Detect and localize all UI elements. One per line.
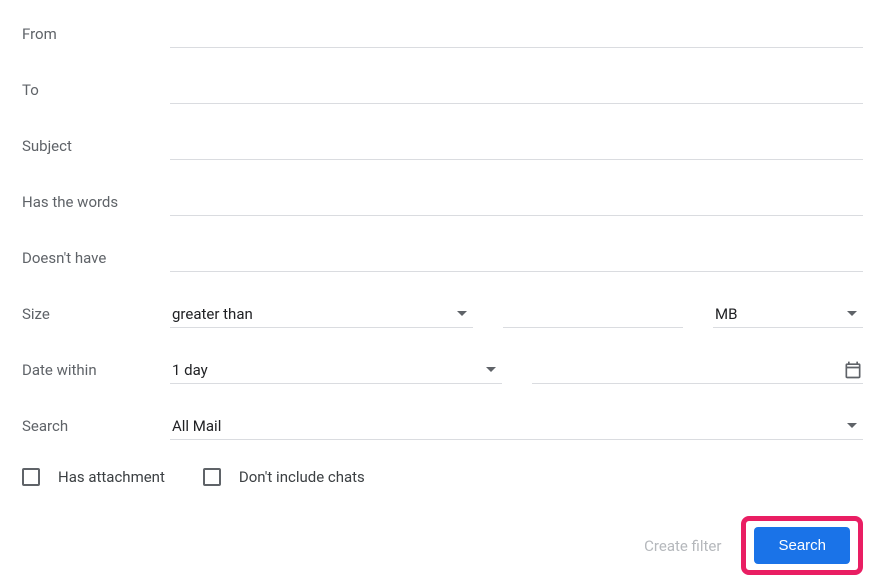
doesnt-have-field[interactable] bbox=[170, 244, 863, 272]
search-scope-select[interactable]: All Mail bbox=[170, 412, 863, 440]
size-unit-select[interactable]: MB bbox=[713, 300, 863, 328]
subject-input[interactable] bbox=[170, 137, 863, 154]
date-value-field[interactable] bbox=[532, 356, 864, 384]
dropdown-icon bbox=[847, 423, 857, 428]
from-label: From bbox=[22, 25, 170, 43]
size-value-input[interactable] bbox=[503, 305, 683, 322]
dont-include-chats-checkbox[interactable] bbox=[203, 468, 221, 486]
has-words-label: Has the words bbox=[22, 193, 170, 211]
date-within-label: Date within bbox=[22, 361, 170, 379]
has-attachment-label: Has attachment bbox=[58, 468, 165, 486]
size-label: Size bbox=[22, 305, 170, 323]
has-words-input[interactable] bbox=[170, 193, 863, 210]
search-button[interactable]: Search bbox=[754, 527, 850, 564]
size-value-field[interactable] bbox=[503, 300, 683, 328]
dont-include-chats-label: Don't include chats bbox=[239, 468, 365, 486]
create-filter-link[interactable]: Create filter bbox=[644, 537, 721, 555]
from-field[interactable] bbox=[170, 20, 863, 48]
doesnt-have-label: Doesn't have bbox=[22, 249, 170, 267]
calendar-icon[interactable] bbox=[843, 360, 863, 380]
to-input[interactable] bbox=[170, 81, 863, 98]
doesnt-have-input[interactable] bbox=[170, 249, 863, 266]
dropdown-icon bbox=[457, 311, 467, 316]
has-attachment-checkbox[interactable] bbox=[22, 468, 40, 486]
date-range-select[interactable]: 1 day bbox=[170, 356, 502, 384]
subject-field[interactable] bbox=[170, 132, 863, 160]
to-field[interactable] bbox=[170, 76, 863, 104]
dropdown-icon bbox=[486, 367, 496, 372]
to-label: To bbox=[22, 81, 170, 99]
date-range-value: 1 day bbox=[170, 361, 486, 379]
size-unit-value: MB bbox=[713, 305, 847, 323]
date-value-input[interactable] bbox=[532, 361, 836, 378]
size-comparator-select[interactable]: greater than bbox=[170, 300, 473, 328]
search-scope-value: All Mail bbox=[170, 417, 847, 435]
dropdown-icon bbox=[847, 311, 857, 316]
size-comparator-value: greater than bbox=[170, 305, 457, 323]
subject-label: Subject bbox=[22, 137, 170, 155]
from-input[interactable] bbox=[170, 25, 863, 42]
search-scope-label: Search bbox=[22, 417, 170, 435]
has-words-field[interactable] bbox=[170, 188, 863, 216]
